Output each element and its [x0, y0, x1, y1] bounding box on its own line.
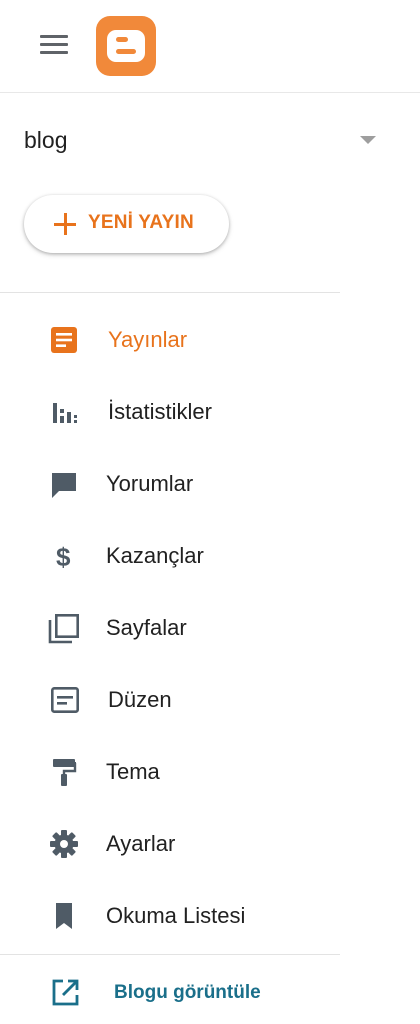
blog-selector[interactable]: blog: [0, 110, 420, 170]
stats-icon: [48, 396, 80, 428]
nav-item-comments[interactable]: Yorumlar: [0, 456, 340, 512]
nav-item-theme[interactable]: Tema: [0, 744, 340, 800]
view-blog-label: Blogu görüntüle: [114, 982, 261, 1003]
app-header: [0, 0, 420, 93]
nav-item-label: Düzen: [108, 687, 172, 712]
blogger-drawer: blog YENİ YAYIN Yayınlar İstatistikler Y…: [0, 0, 420, 1024]
nav-item-label: Yayınlar: [108, 327, 188, 352]
blog-name: blog: [24, 127, 68, 153]
new-post-label: YENİ YAYIN: [88, 212, 194, 233]
caret-down-icon: [360, 136, 376, 144]
blogger-logo-icon[interactable]: [96, 16, 156, 76]
pages-icon: [48, 612, 80, 644]
nav-item-label: Sayfalar: [106, 615, 187, 640]
nav-item-posts[interactable]: Yayınlar: [0, 312, 340, 368]
new-post-button[interactable]: YENİ YAYIN: [24, 195, 229, 253]
divider: [0, 954, 340, 955]
dollar-icon: $: [48, 540, 80, 572]
svg-text:$: $: [56, 542, 71, 572]
hamburger-menu-icon[interactable]: [40, 35, 68, 55]
gear-icon: [48, 828, 80, 860]
nav-item-reading-list[interactable]: Okuma Listesi: [0, 888, 340, 944]
nav-item-label: Okuma Listesi: [106, 903, 246, 928]
nav-item-earnings[interactable]: $ Kazançlar: [0, 528, 340, 584]
nav-item-stats[interactable]: İstatistikler: [0, 384, 340, 440]
view-blog-link[interactable]: Blogu görüntüle: [0, 965, 340, 1021]
divider: [0, 292, 340, 293]
nav-item-label: Tema: [106, 759, 160, 784]
nav-item-settings[interactable]: Ayarlar: [0, 816, 340, 872]
comments-icon: [48, 468, 80, 500]
posts-icon: [48, 324, 80, 356]
bookmark-icon: [48, 900, 80, 932]
nav-item-layout[interactable]: Düzen: [0, 672, 340, 728]
nav-item-label: İstatistikler: [108, 399, 212, 424]
nav-item-label: Yorumlar: [106, 471, 194, 496]
paint-roller-icon: [48, 756, 80, 788]
layout-icon: [48, 684, 80, 716]
nav-item-label: Kazançlar: [106, 543, 204, 568]
plus-icon: [54, 213, 76, 235]
open-in-new-icon: [50, 978, 80, 1008]
nav-item-label: Ayarlar: [106, 831, 176, 856]
nav-item-pages[interactable]: Sayfalar: [0, 600, 340, 656]
